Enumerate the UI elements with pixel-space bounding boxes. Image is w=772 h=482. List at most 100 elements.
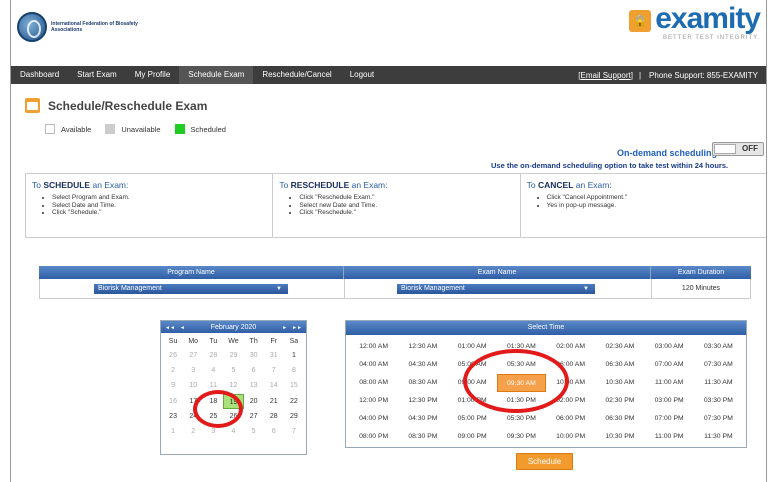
- time-slot[interactable]: 02:30 PM: [595, 392, 644, 410]
- calendar-day[interactable]: 7: [284, 424, 304, 439]
- header-exam-duration: Exam Duration: [677, 269, 725, 276]
- time-slot[interactable]: 07:00 PM: [645, 410, 694, 428]
- calendar-day[interactable]: 4: [203, 363, 223, 378]
- time-slot[interactable]: 03:30 AM: [694, 338, 743, 356]
- time-slot[interactable]: 04:30 PM: [398, 410, 447, 428]
- time-slot[interactable]: 08:00 PM: [349, 428, 398, 446]
- time-slot[interactable]: 10:30 AM: [595, 374, 644, 392]
- time-slot[interactable]: 08:00 AM: [349, 374, 398, 392]
- time-slot[interactable]: 03:00 AM: [645, 338, 694, 356]
- calendar-day[interactable]: 10: [183, 378, 203, 393]
- calendar-day[interactable]: 20: [244, 394, 264, 409]
- browser-frame: International Federation of Biosafety As…: [10, 0, 767, 482]
- site-header: International Federation of Biosafety As…: [11, 0, 766, 64]
- next-month-button[interactable]: ►: [282, 325, 287, 331]
- calendar-day[interactable]: 21: [264, 394, 284, 409]
- time-slot[interactable]: 09:00 PM: [448, 428, 497, 446]
- time-slot[interactable]: 07:30 AM: [694, 356, 743, 374]
- time-slot[interactable]: 03:30 PM: [694, 392, 743, 410]
- calendar-day[interactable]: 6: [244, 363, 264, 378]
- calendar-day[interactable]: 2: [163, 363, 183, 378]
- calendar-day[interactable]: 2: [183, 424, 203, 439]
- calendar-day[interactable]: 26: [163, 348, 183, 363]
- schedule-instructions: To SCHEDULE an Exam: Select Program and …: [26, 174, 274, 237]
- time-slot[interactable]: 06:30 AM: [595, 356, 644, 374]
- program-table-header: Program Name Exam Name Exam Duration: [39, 266, 751, 279]
- calendar-day[interactable]: 8: [284, 363, 304, 378]
- nav-my-profile[interactable]: My Profile: [126, 66, 180, 84]
- instructions-panel: To SCHEDULE an Exam: Select Program and …: [25, 173, 766, 238]
- time-slot[interactable]: 12:00 AM: [349, 338, 398, 356]
- ondemand-label: On-demand scheduling: [617, 148, 718, 158]
- nav-dashboard[interactable]: Dashboard: [11, 66, 68, 84]
- next-year-button[interactable]: ►►: [292, 325, 302, 331]
- nav-start-exam[interactable]: Start Exam: [68, 66, 126, 84]
- calendar-day[interactable]: 14: [264, 378, 284, 393]
- ifba-logo[interactable]: International Federation of Biosafety As…: [17, 12, 141, 42]
- time-slot[interactable]: 04:00 PM: [349, 410, 398, 428]
- time-slot[interactable]: 11:30 AM: [694, 374, 743, 392]
- time-slot[interactable]: 04:00 AM: [349, 356, 398, 374]
- time-slot[interactable]: 02:30 AM: [595, 338, 644, 356]
- table-row: Biorisk Management ▼ Biorisk Management ▼ …: [39, 278, 751, 299]
- time-slot[interactable]: 12:30 PM: [398, 392, 447, 410]
- calendar-day[interactable]: 15: [284, 378, 304, 393]
- prev-month-button[interactable]: ◄: [180, 325, 185, 331]
- calendar-day[interactable]: 28: [203, 348, 223, 363]
- calendar-day[interactable]: 23: [163, 409, 183, 424]
- calendar-day[interactable]: 5: [244, 424, 264, 439]
- calendar-day[interactable]: 29: [284, 409, 304, 424]
- time-slot[interactable]: 12:00 PM: [349, 392, 398, 410]
- time-slot[interactable]: 10:30 PM: [595, 428, 644, 446]
- time-slot[interactable]: 04:30 AM: [398, 356, 447, 374]
- time-slot[interactable]: 06:00 PM: [546, 410, 595, 428]
- calendar-day[interactable]: 1: [284, 348, 304, 363]
- calendar-day[interactable]: 3: [183, 363, 203, 378]
- time-slot[interactable]: 11:00 PM: [645, 428, 694, 446]
- ondemand-toggle[interactable]: OFF: [712, 142, 764, 156]
- calendar-day[interactable]: 27: [244, 409, 264, 424]
- calendar-day[interactable]: 28: [264, 409, 284, 424]
- time-slot[interactable]: 03:00 PM: [645, 392, 694, 410]
- email-support-link[interactable]: [Email Support]: [574, 71, 637, 80]
- calendar-day[interactable]: 1: [163, 424, 183, 439]
- time-slot[interactable]: 12:30 AM: [398, 338, 447, 356]
- time-slot[interactable]: 07:00 AM: [645, 356, 694, 374]
- calendar-day[interactable]: 6: [264, 424, 284, 439]
- calendar-day[interactable]: 31: [264, 348, 284, 363]
- nav-reschedule-cancel[interactable]: Reschedule/Cancel: [253, 66, 340, 84]
- time-slot[interactable]: 11:30 PM: [694, 428, 743, 446]
- list-item: Click "Reschedule Exam.": [299, 194, 513, 202]
- nav-logout[interactable]: Logout: [341, 66, 383, 84]
- examity-logo[interactable]: 🔒 examity BETTER TEST INTEGRITY.: [629, 4, 761, 41]
- schedule-button[interactable]: Schedule: [516, 453, 573, 470]
- date-picker: ◄◄ ◄ February 2020 ► ►► Su Mo Tu We Th Fr Sa 26…: [160, 320, 307, 455]
- program-select[interactable]: Biorisk Management ▼: [94, 283, 288, 294]
- list-item: Click "Schedule.": [52, 209, 266, 217]
- lock-icon: 🔒: [629, 10, 652, 32]
- time-slot[interactable]: 11:00 AM: [645, 374, 694, 392]
- time-slot[interactable]: 05:00 PM: [448, 410, 497, 428]
- calendar-header: ◄◄ ◄ February 2020 ► ►►: [161, 321, 306, 333]
- prev-year-button[interactable]: ◄◄: [165, 325, 175, 331]
- calendar-day[interactable]: 22: [284, 394, 304, 409]
- calendar-day[interactable]: 13: [244, 378, 264, 393]
- time-slot[interactable]: 07:30 PM: [694, 410, 743, 428]
- time-slot[interactable]: 06:30 PM: [595, 410, 644, 428]
- calendar-day[interactable]: 7: [264, 363, 284, 378]
- calendar-day[interactable]: 27: [183, 348, 203, 363]
- calendar-day[interactable]: 29: [223, 348, 243, 363]
- calendar-day[interactable]: 5: [223, 363, 243, 378]
- exam-select[interactable]: Biorisk Management ▼: [397, 283, 595, 294]
- calendar-day[interactable]: 9: [163, 378, 183, 393]
- time-slot[interactable]: 02:00 AM: [546, 338, 595, 356]
- time-slot[interactable]: 08:30 PM: [398, 428, 447, 446]
- nav-schedule-exam[interactable]: Schedule Exam: [179, 66, 254, 84]
- list-item: Select Program and Exam.: [52, 194, 266, 202]
- time-slot[interactable]: 09:30 PM: [497, 428, 546, 446]
- calendar-day[interactable]: 30: [244, 348, 264, 363]
- calendar-day[interactable]: 16: [163, 394, 183, 409]
- time-slot[interactable]: 08:30 AM: [398, 374, 447, 392]
- legend-scheduled: Scheduled: [190, 124, 226, 134]
- time-slot[interactable]: 10:00 PM: [546, 428, 595, 446]
